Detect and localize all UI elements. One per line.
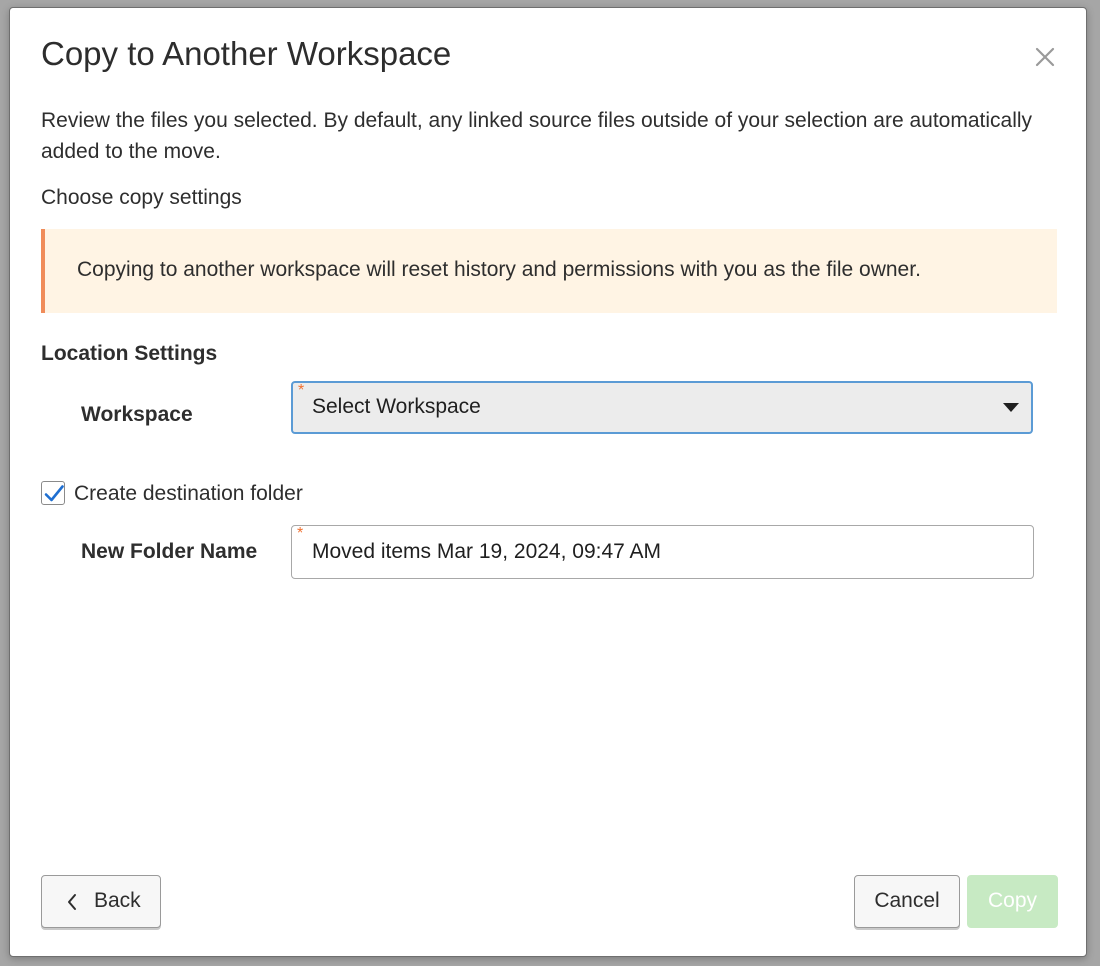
checkmark-icon (44, 485, 64, 502)
warning-banner: Copying to another workspace will reset … (41, 229, 1057, 313)
create-folder-label[interactable]: Create destination folder (74, 480, 303, 508)
cancel-button-label: Cancel (874, 889, 940, 912)
chevron-left-icon (68, 894, 76, 910)
cancel-button[interactable]: Cancel (854, 875, 960, 928)
caret-down-icon (1003, 403, 1019, 412)
create-folder-checkbox[interactable] (41, 481, 65, 505)
copy-settings-subheading: Choose copy settings (41, 186, 242, 209)
workspace-select-value: Select Workspace (312, 395, 481, 418)
required-mark: * (297, 525, 304, 542)
location-settings-heading: Location Settings (41, 342, 218, 365)
warning-text: Copying to another workspace will reset … (77, 258, 921, 281)
new-folder-name-field[interactable]: * (291, 525, 1034, 579)
back-button[interactable]: Back (41, 875, 161, 928)
back-button-label: Back (94, 889, 141, 912)
copy-button-label: Copy (987, 889, 1038, 912)
copy-button[interactable]: Copy (967, 875, 1058, 928)
copy-dialog: Copy to Another Workspace Review the fil… (9, 7, 1087, 957)
close-button[interactable] (1030, 42, 1060, 72)
new-folder-name-label: New Folder Name (81, 540, 258, 563)
required-mark: * (298, 382, 305, 399)
close-icon (1035, 47, 1055, 67)
workspace-label: Workspace (81, 403, 193, 426)
intro-text: Review the files you selected. By defaul… (41, 109, 1033, 163)
workspace-select[interactable]: * Select Workspace (291, 381, 1033, 434)
dialog-title: Copy to Another Workspace (41, 35, 452, 72)
new-folder-name-input[interactable] (312, 538, 1012, 566)
